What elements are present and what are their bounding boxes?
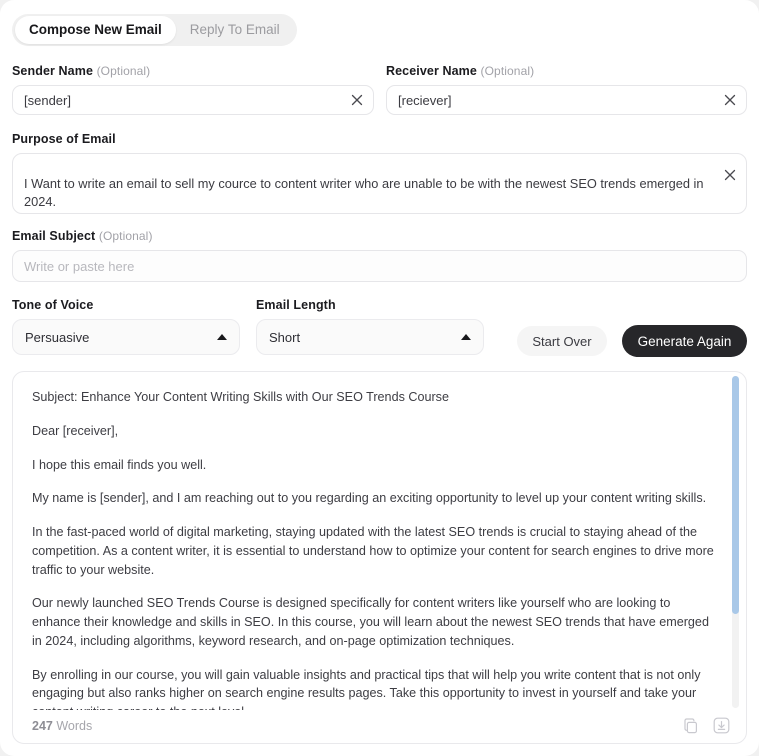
purpose-of-email-value: I Want to write an email to sell my cour… <box>24 176 704 209</box>
generated-email-footer: 247 Words <box>13 708 746 743</box>
tab-compose-new-email-label: Compose New Email <box>29 22 162 38</box>
generated-email-paragraph: By enrolling in our course, you will gai… <box>32 667 701 711</box>
download-icon[interactable] <box>710 715 732 737</box>
caret-up-icon <box>217 334 227 340</box>
output-scrollbar-track[interactable] <box>732 376 739 708</box>
receiver-name-label: Receiver Name (Optional) <box>386 64 747 78</box>
receiver-name-label-text: Receiver Name <box>386 64 477 78</box>
tone-of-voice-label: Tone of Voice <box>12 298 94 312</box>
generated-email-paragraph: In the fast-paced world of digital marke… <box>32 525 714 577</box>
sender-name-label: Sender Name (Optional) <box>12 64 374 78</box>
email-subject-placeholder: Write or paste here <box>24 258 135 274</box>
tone-of-voice-select[interactable]: Persuasive <box>12 319 240 355</box>
generated-email-paragraph: Our newly launched SEO Trends Course is … <box>32 596 709 648</box>
sender-name-label-text: Sender Name <box>12 64 93 78</box>
generated-email-body[interactable]: Subject: Enhance Your Content Writing Sk… <box>13 372 746 710</box>
email-length-select[interactable]: Short <box>256 319 484 355</box>
receiver-name-optional-tag: (Optional) <box>480 64 535 78</box>
tab-reply-to-email-label: Reply To Email <box>189 22 280 38</box>
output-scrollbar-thumb[interactable] <box>732 376 739 614</box>
generate-again-button[interactable]: Generate Again <box>622 325 747 357</box>
tone-of-voice-group: Tone of Voice Persuasive <box>12 298 240 355</box>
email-length-value: Short <box>269 329 301 345</box>
email-generator-card: Compose New Email Reply To Email Sender … <box>0 0 759 756</box>
start-over-button[interactable]: Start Over <box>517 326 607 356</box>
email-length-group: Email Length Short <box>256 298 484 355</box>
email-subject-optional-tag: (Optional) <box>98 229 153 243</box>
receiver-name-value: [reciever] <box>398 92 452 108</box>
receiver-name-input[interactable]: [reciever] <box>386 85 747 115</box>
sender-name-value: [sender] <box>24 92 71 108</box>
sender-name-optional-tag: (Optional) <box>96 64 151 78</box>
email-subject-input[interactable]: Write or paste here <box>12 250 747 282</box>
sender-name-group: Sender Name (Optional) [sender] <box>12 64 374 115</box>
tab-compose-new-email[interactable]: Compose New Email <box>15 16 176 44</box>
generated-email-paragraph: Subject: Enhance Your Content Writing Sk… <box>32 390 449 404</box>
email-subject-label-text: Email Subject <box>12 229 96 243</box>
generated-email-card: Subject: Enhance Your Content Writing Sk… <box>12 371 747 744</box>
tone-of-voice-value: Persuasive <box>25 329 90 345</box>
sender-name-input[interactable]: [sender] <box>12 85 374 115</box>
generated-email-paragraph: Dear [receiver], <box>32 423 119 438</box>
word-count: 247 Words <box>32 719 92 733</box>
output-actions <box>680 715 732 737</box>
word-count-unit: Words <box>52 718 93 733</box>
word-count-number: 247 <box>32 718 53 733</box>
sender-name-clear-icon[interactable] <box>350 93 364 107</box>
email-length-label: Email Length <box>256 298 336 312</box>
caret-up-icon <box>461 334 471 340</box>
purpose-of-email-group: Purpose of Email I Want to write an emai… <box>12 132 747 214</box>
purpose-of-email-label: Purpose of Email <box>12 132 116 146</box>
tab-reply-to-email[interactable]: Reply To Email <box>176 16 294 44</box>
receiver-name-clear-icon[interactable] <box>723 93 737 107</box>
purpose-of-email-clear-icon[interactable] <box>723 168 737 182</box>
purpose-of-email-textarea[interactable]: I Want to write an email to sell my cour… <box>12 153 747 214</box>
email-subject-label: Email Subject (Optional) <box>12 229 747 243</box>
generated-email-paragraph: My name is [sender], and I am reaching o… <box>32 491 707 506</box>
email-subject-group: Email Subject (Optional) Write or paste … <box>12 229 747 282</box>
receiver-name-group: Receiver Name (Optional) [reciever] <box>386 64 747 115</box>
copy-icon[interactable] <box>680 715 702 737</box>
generated-email-paragraph: I hope this email finds you well. <box>32 457 207 472</box>
mode-tabs: Compose New Email Reply To Email <box>12 14 297 46</box>
